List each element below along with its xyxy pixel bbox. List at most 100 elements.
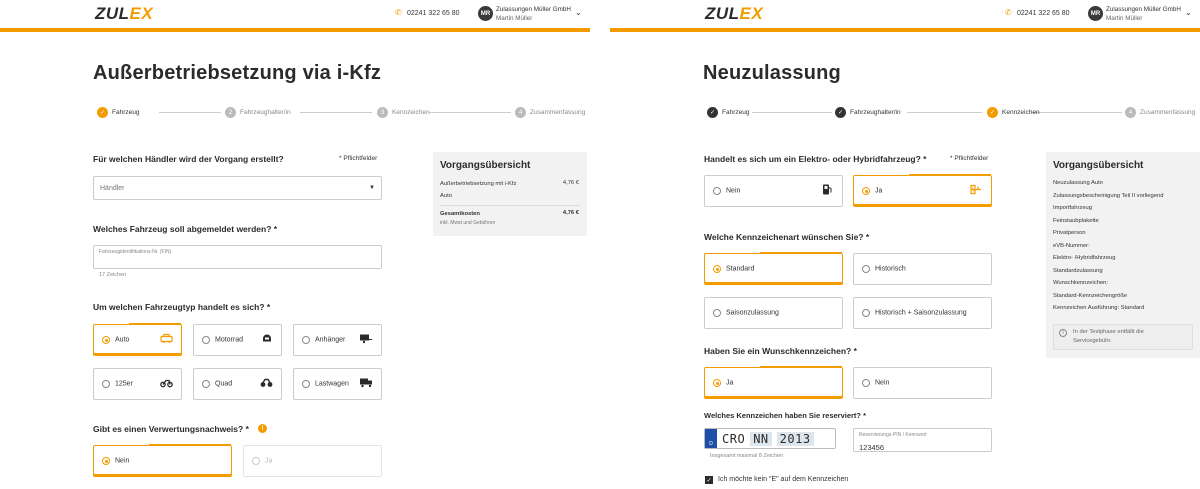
type-option-motorrad[interactable]: Motorrad <box>193 324 282 356</box>
recycling-option-nein[interactable]: Nein <box>93 444 232 477</box>
summary-line: Feinstaubplakette <box>1053 217 1099 224</box>
avatar[interactable]: MR <box>478 6 493 21</box>
option-label: Nein <box>875 379 890 387</box>
step-label: Kennzeichen <box>392 109 430 116</box>
check-icon: ✓ <box>987 107 998 118</box>
page-title: Neuzulassung <box>703 62 841 84</box>
step-zusammenfassung[interactable]: 4 Zusammenfassung <box>515 107 585 118</box>
question-vehicle-type: Um welchen Fahrzeugtyp handelt es sich? … <box>93 302 271 312</box>
radio <box>713 309 721 317</box>
plate-type-saison[interactable]: Saisonzulassung <box>704 297 843 329</box>
summary-total-note: inkl. Mwst und Gebühren <box>440 220 496 226</box>
summary-line: Zulassungsbescheinigung Teil II vorliege… <box>1053 192 1164 199</box>
plate-type-standard[interactable]: Standard <box>704 252 843 285</box>
user-name: Martin Müller <box>1106 15 1143 22</box>
option-label: Ja <box>875 187 883 195</box>
vin-hint: 17 Zeichen <box>99 272 127 278</box>
required-note: * Pflichtfelder <box>950 155 989 162</box>
plate-type-historisch-saison[interactable]: Historisch + Saisonzulassung <box>853 297 992 329</box>
wish-option-ja[interactable]: Ja <box>704 366 843 399</box>
summary-line: Importfahrzeug <box>1053 205 1092 211</box>
question-electric: Handelt es sich um ein Elektro- oder Hyb… <box>704 154 927 164</box>
license-plate-input[interactable]: D CRO NN 2013 <box>704 428 836 449</box>
phone-number: 02241 322 65 80 <box>407 9 460 17</box>
plate-city[interactable]: CRO <box>722 432 745 446</box>
radio <box>102 336 110 344</box>
phone-link[interactable]: ✆ 02241 322 65 80 <box>395 9 460 17</box>
header-accent-bar <box>0 28 590 32</box>
step-zusammenfassung[interactable]: 4 Zusammenfassung <box>1125 107 1195 118</box>
eu-flag-icon: D <box>705 429 717 448</box>
vin-input[interactable]: Fahrzeugidentifikations-Nr. (FIN) <box>93 245 382 269</box>
summary-title: Vorgangsübersicht <box>1053 160 1144 171</box>
step-number: 2 <box>225 107 236 118</box>
summary-box: Vorgangsübersicht Neuzulassung Auto Zula… <box>1046 152 1200 358</box>
quad-icon <box>260 378 273 391</box>
vin-label: Fahrzeugidentifikations-Nr. (FIN) <box>99 249 172 255</box>
option-label: Lastwagen <box>315 380 349 388</box>
type-option-anhaenger[interactable]: Anhänger <box>293 324 382 356</box>
chevron-down-icon[interactable]: ⌄ <box>575 8 582 17</box>
plate-numbers[interactable]: 2013 <box>776 431 814 446</box>
step-fahrzeug[interactable]: ✓ Fahrzeug <box>97 107 139 118</box>
plate-country: D <box>709 441 713 447</box>
step-fahrzeughalter[interactable]: 2 Fahrzeughalter/in <box>225 107 291 118</box>
no-e-checkbox[interactable]: ✓ <box>705 476 713 484</box>
type-option-quad[interactable]: Quad <box>193 368 282 400</box>
option-label: Historisch <box>875 265 906 273</box>
option-label: Auto <box>115 336 130 344</box>
summary-line: Elektro- /Hybridfahrzeug <box>1053 255 1116 261</box>
summary-line: Privatperson <box>1053 230 1086 236</box>
account-info[interactable]: Zulassungen Müller GmbH Martin Müller <box>496 5 571 23</box>
logo[interactable]: ZULEX <box>705 4 763 24</box>
info-icon[interactable]: ! <box>258 424 267 433</box>
step-number: 3 <box>377 107 388 118</box>
type-option-125er[interactable]: 125er <box>93 368 182 400</box>
step-fahrzeug[interactable]: ✓ Fahrzeug <box>707 107 749 118</box>
truck-icon <box>359 378 373 391</box>
option-label: Anhänger <box>315 336 346 344</box>
pin-input[interactable]: Reservierungs-PIN / Kennwort 123456 <box>853 428 992 452</box>
question-plate-type: Welche Kennzeichenart wünschen Sie? * <box>704 232 870 242</box>
account-info[interactable]: Zulassungen Müller GmbH Martin Müller <box>1106 5 1181 23</box>
wish-option-nein[interactable]: Nein <box>853 367 992 399</box>
recycling-option-ja[interactable]: Ja <box>243 445 382 477</box>
option-label: Saisonzulassung <box>726 309 779 317</box>
fuel-pump-icon <box>822 184 832 199</box>
step-fahrzeughalter[interactable]: ✓ Fahrzeughalter/in <box>835 107 901 118</box>
summary-line: Standard-Kennzeichengröße <box>1053 292 1128 299</box>
summary-item-price: 4,76 € <box>562 180 579 186</box>
radio <box>713 187 721 195</box>
question-dealer: Für welchen Händler wird der Vorgang ers… <box>93 154 284 164</box>
question-wish-plate: Haben Sie ein Wunschkennzeichen? * <box>704 346 857 356</box>
radio <box>862 379 870 387</box>
required-note: * Pflichtfelder <box>339 155 378 162</box>
electric-option-ja[interactable]: Ja <box>853 174 992 207</box>
logo[interactable]: ZULEX <box>95 4 153 24</box>
page-title: Außerbetriebsetzung via i-Kfz <box>93 62 382 84</box>
radio <box>862 265 870 273</box>
type-option-auto[interactable]: Auto <box>93 323 182 356</box>
panel-ausserbetriebsetzung: ZULEX ✆ 02241 322 65 80 MR Zulassungen Mü… <box>0 0 590 489</box>
chevron-down-icon[interactable]: ⌄ <box>1185 8 1192 17</box>
summary-line: Standardzulassung <box>1053 267 1103 274</box>
ev-charging-icon <box>969 184 982 199</box>
question-reserved-plate: Welches Kennzeichen haben Sie reserviert… <box>704 411 867 420</box>
dealer-select[interactable]: Händler ▼ <box>93 176 382 200</box>
summary-line: Neuzulassung Auto <box>1053 180 1103 186</box>
motorcycle-icon <box>261 334 273 347</box>
radio <box>102 380 110 388</box>
phone-link[interactable]: ✆ 02241 322 65 80 <box>1005 9 1070 17</box>
plate-letters[interactable]: NN <box>750 431 772 446</box>
option-label: Ja <box>726 379 734 387</box>
step-kennzeichen[interactable]: ✓ Kennzeichen <box>987 107 1040 118</box>
step-kennzeichen[interactable]: 3 Kennzeichen <box>377 107 430 118</box>
avatar[interactable]: MR <box>1088 6 1103 21</box>
type-option-lastwagen[interactable]: Lastwagen <box>293 368 382 400</box>
step-label: Kennzeichen <box>1002 109 1040 116</box>
electric-option-nein[interactable]: Nein <box>704 175 843 207</box>
plate-type-historisch[interactable]: Historisch <box>853 253 992 285</box>
header: ZULEX ✆ 02241 322 65 80 MR Zulassungen Mü… <box>610 0 1200 28</box>
panel-neuzulassung: ZULEX ✆ 02241 322 65 80 MR Zulassungen Mü… <box>610 0 1200 489</box>
option-label: Standard <box>726 265 755 273</box>
